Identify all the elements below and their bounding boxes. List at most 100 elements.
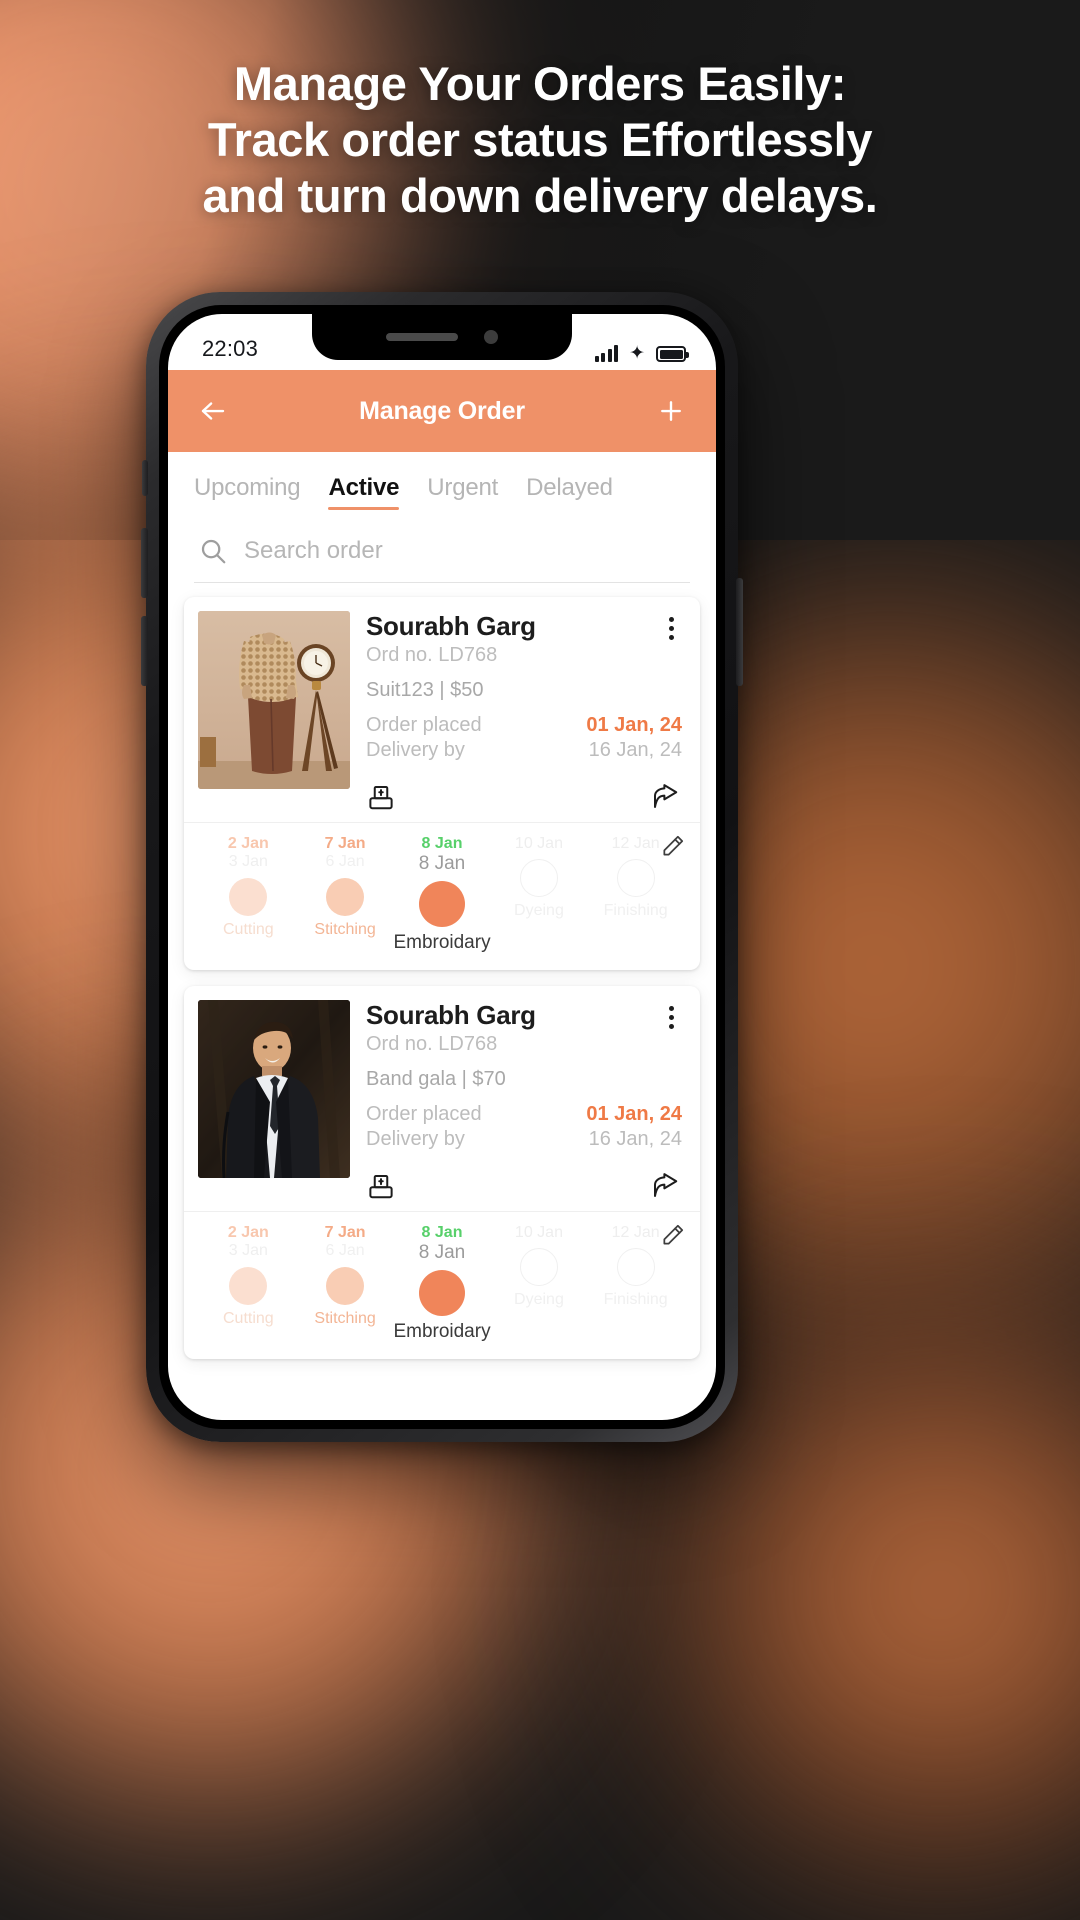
package-icon[interactable] [366,1171,396,1201]
timeline-label: Finishing [603,902,668,920]
promo-headline: Manage Your Orders Easily: Track order s… [0,56,1080,224]
timeline-dot [229,1266,268,1305]
search-input[interactable] [244,537,686,565]
order-list: Sourabh Garg Ord no. LD768 Suit123 | $50… [168,583,716,1415]
share-icon[interactable] [650,1171,680,1201]
phone-power-button[interactable] [736,578,743,686]
order-card[interactable]: Sourabh Garg Ord no. LD768 Band gala | $… [184,986,700,1360]
timeline-date-sub: 8 Jan [418,1242,466,1264]
timeline-dot [326,877,365,916]
phone-volume-down-button[interactable] [141,616,148,686]
timeline-step-cutting[interactable]: 2 Jan 3 Jan Cutting [200,835,297,939]
timeline-date-top: 7 Jan [324,1224,366,1242]
pencil-icon[interactable] [660,833,686,859]
front-camera-icon [484,330,498,344]
order-card-actions [366,1171,682,1201]
tab-upcoming[interactable]: Upcoming [194,474,301,510]
order-card[interactable]: Sourabh Garg Ord no. LD768 Suit123 | $50… [184,597,700,971]
timeline-date-top: 10 Jan [514,1224,563,1242]
customer-name: Sourabh Garg [366,1000,536,1031]
order-placed-label: Order placed [366,714,482,736]
status-time: 22:03 [202,336,259,361]
tab-delayed[interactable]: Delayed [526,474,613,510]
timeline-label: Finishing [603,1291,668,1309]
package-icon[interactable] [366,782,396,812]
customer-row: Sourabh Garg [366,611,682,642]
delivery-date: 16 Jan, 24 [588,1128,682,1151]
share-icon[interactable] [650,782,680,812]
battery-icon [656,346,689,362]
timeline-date-top: 8 Jan [421,835,463,852]
timeline-label: Cutting [223,1309,274,1327]
tab-urgent[interactable]: Urgent [427,474,498,510]
order-placed-label: Order placed [366,1103,482,1126]
search-bar[interactable] [194,528,690,583]
timeline-dot [519,859,558,898]
order-item: Band gala | $70 [366,1068,506,1091]
timeline-label: Dyeing [514,1291,564,1309]
earpiece-speaker [386,333,458,341]
timeline-step-embroidary[interactable]: 8 Jan 8 Jan Embroidary [393,835,490,954]
more-vertical-icon[interactable] [660,1004,682,1030]
timeline-label: Stitching [314,920,376,938]
timeline-date-sub: 6 Jan [325,1242,365,1260]
headline-line-1: Manage Your Orders Easily: [233,57,847,110]
search-icon [198,536,228,566]
order-thumbnail [198,1000,350,1179]
pencil-icon[interactable] [660,1222,686,1248]
timeline-date-sub: 8 Jan [418,853,466,875]
order-details: Sourabh Garg Ord no. LD768 Suit123 | $50… [366,611,686,812]
timeline-dot [616,1248,655,1287]
plus-icon[interactable] [652,392,690,430]
timeline-dot [616,859,655,898]
timeline-step-dyeing[interactable]: 10 Jan Dyeing [491,835,588,921]
order-placed-date: 01 Jan, 24 [586,1103,682,1126]
timeline-dot [419,881,466,928]
timeline-date-top: 8 Jan [421,1224,463,1242]
timeline-date-sub: 3 Jan [228,853,268,871]
headline-line-3: and turn down delivery delays. [202,168,878,222]
list-bottom-spacer [184,1375,700,1415]
timeline-date-top: 10 Jan [514,835,563,852]
phone-volume-up-button[interactable] [141,528,148,598]
delivery-row: Delivery by 16 Jan, 24 [366,739,682,762]
customer-row: Sourabh Garg [366,1000,682,1031]
arrow-left-icon[interactable] [194,392,232,430]
timeline-dot [419,1270,466,1317]
order-number: Ord no. LD768 [366,644,498,666]
headline-line-2: Track order status Effortlessly [207,112,873,166]
timeline-date-top: 2 Jan [227,835,269,852]
order-card-top: Sourabh Garg Ord no. LD768 Band gala | $… [184,986,700,1211]
search-section [168,510,716,583]
app-bar: Manage Order [168,370,716,452]
timeline-step-stitching[interactable]: 7 Jan 6 Jan Stitching [297,835,394,939]
timeline-step-stitching[interactable]: 7 Jan 6 Jan Stitching [297,1224,394,1328]
customer-name: Sourabh Garg [366,611,536,641]
timeline-step-embroidary[interactable]: 8 Jan 8 Jan Embroidary [393,1224,490,1343]
timeline-step-cutting[interactable]: 2 Jan 3 Jan Cutting [200,1224,297,1328]
timeline-label: Embroidary [393,932,491,954]
timeline-date-top: 7 Jan [324,835,366,852]
order-number: Ord no. LD768 [366,1033,498,1056]
delivery-row: Delivery by 16 Jan, 24 [366,1128,682,1151]
tab-active[interactable]: Active [328,474,399,510]
timeline-date-sub: 6 Jan [325,853,365,871]
phone-screen: 22:03 ✦ Manage Order Upcoming Active Urg… [168,314,716,1420]
more-vertical-icon[interactable] [660,615,682,641]
timeline-date-top: 2 Jan [227,1224,269,1242]
timeline-dot [326,1266,365,1305]
kurta-outfit-photo [198,611,350,789]
timeline-dot [229,877,268,916]
order-card-top: Sourabh Garg Ord no. LD768 Suit123 | $50… [184,597,700,822]
phone-mute-switch[interactable] [142,460,148,496]
timeline-dot [519,1248,558,1287]
phone-mockup: 22:03 ✦ Manage Order Upcoming Active Urg… [141,292,743,1442]
phone-notch [312,314,572,360]
timeline-step-dyeing[interactable]: 10 Jan Dyeing [491,1224,588,1310]
delivery-date: 16 Jan, 24 [588,739,682,761]
sparkle-icon: ✦ [629,343,645,364]
timeline-label: Stitching [314,1309,376,1327]
order-placed-row: Order placed 01 Jan, 24 [366,1103,682,1126]
order-placed-row: Order placed 01 Jan, 24 [366,714,682,737]
order-details: Sourabh Garg Ord no. LD768 Band gala | $… [366,1000,686,1201]
